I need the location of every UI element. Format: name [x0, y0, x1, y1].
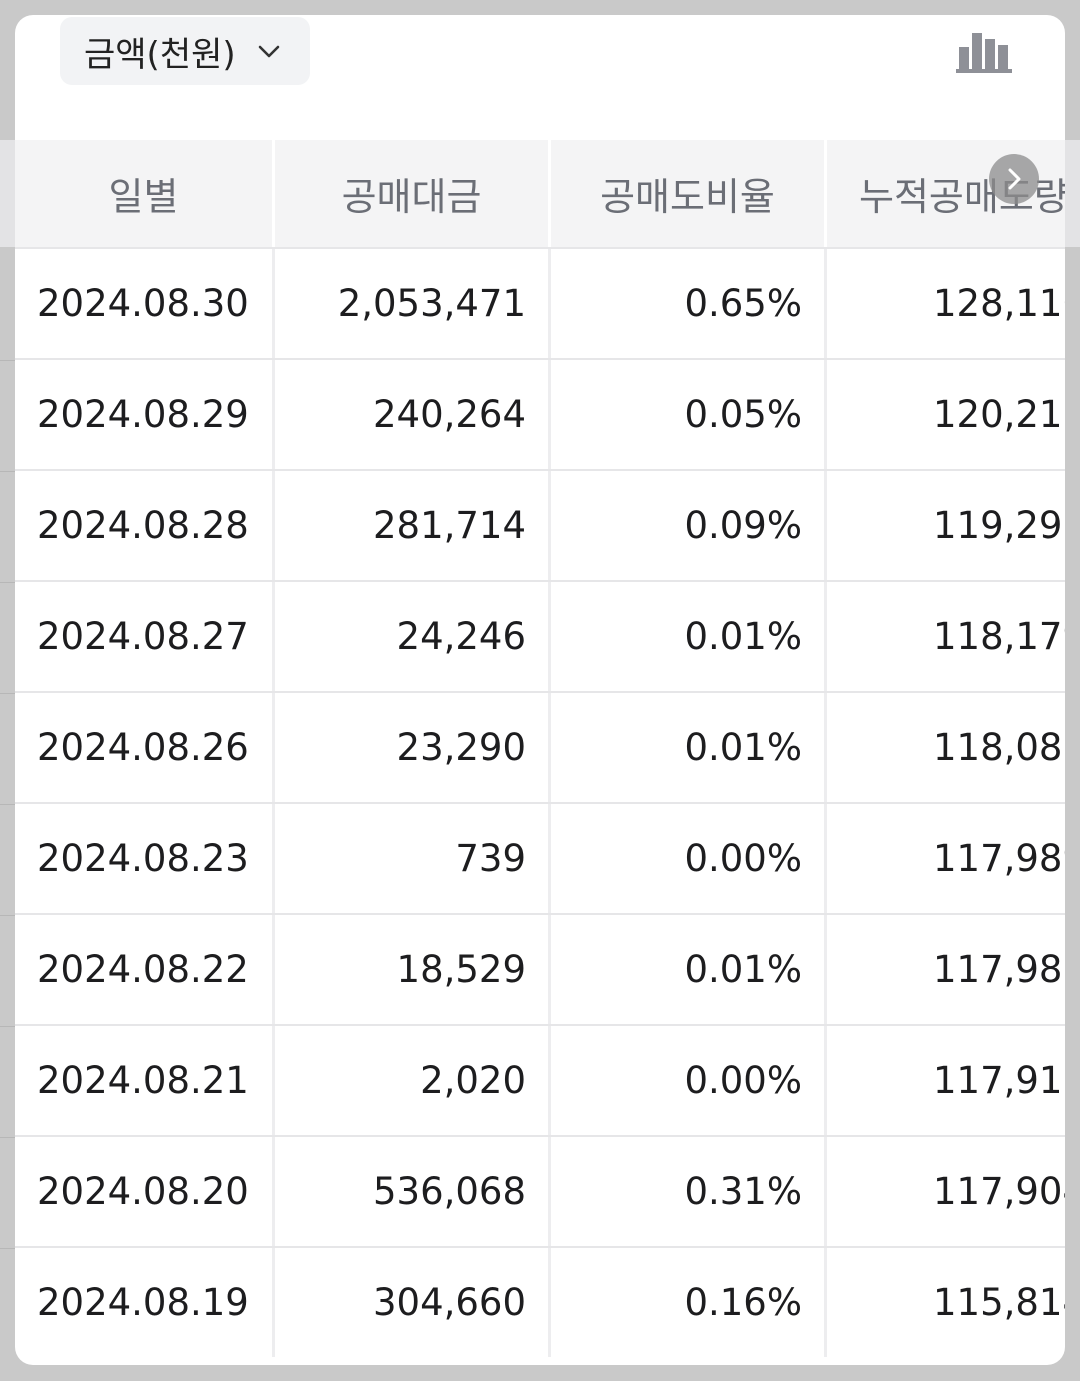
table-row: 2024.08.26 23,290 0.01% 118,081 [15, 691, 1065, 802]
ratio-cell: 0.01% [551, 693, 827, 802]
amount-cell: 2,020 [275, 1026, 551, 1135]
date-cell: 2024.08.22 [15, 915, 275, 1024]
bar-chart-icon[interactable] [953, 25, 1015, 75]
ratio-cell: 0.31% [551, 1137, 827, 1246]
unit-dropdown[interactable]: 금액(천원) [60, 17, 310, 85]
ratio-cell: 0.65% [551, 249, 827, 358]
divider [0, 582, 15, 583]
divider [0, 1248, 15, 1249]
table-row: 2024.08.28 281,714 0.09% 119,291 [15, 469, 1065, 580]
date-cell: 2024.08.20 [15, 1137, 275, 1246]
divider [0, 915, 15, 916]
table-row: 2024.08.27 24,246 0.01% 118,179 [15, 580, 1065, 691]
cumulative-cell: 117,989 [933, 837, 1065, 880]
column-header-ratio[interactable]: 공매도비율 [551, 140, 827, 247]
table-row: 2024.08.29 240,264 0.05% 120,218 [15, 358, 1065, 469]
table-row: 2024.08.23 739 0.00% 117,989 [15, 802, 1065, 913]
amount-cell: 281,714 [275, 471, 551, 580]
date-cell: 2024.08.30 [15, 249, 275, 358]
table-header: 일별 공매대금 공매도비율 누적공매도량 [15, 140, 1065, 247]
date-cell: 2024.08.23 [15, 804, 275, 913]
amount-cell: 739 [275, 804, 551, 913]
cumulative-cell: 120,218 [933, 393, 1065, 436]
short-selling-panel: 금액(천원) 일별 공매대금 공매도비율 누적공매도량 2024.08.30 2… [15, 15, 1065, 1365]
unit-dropdown-label: 금액(천원) [84, 34, 236, 75]
chevron-right-icon [1008, 168, 1021, 190]
divider [0, 1137, 15, 1138]
cumulative-cell: 128,110 [933, 282, 1065, 325]
cumulative-cell: 115,814 [933, 1281, 1065, 1324]
ratio-cell: 0.00% [551, 1026, 827, 1135]
cumulative-cell: 117,986 [933, 948, 1065, 991]
chevron-down-icon [258, 45, 279, 58]
cumulative-cell: 119,291 [933, 504, 1065, 547]
cumulative-cell: 117,912 [933, 1059, 1065, 1102]
amount-cell: 2,053,471 [275, 249, 551, 358]
date-cell: 2024.08.26 [15, 693, 275, 802]
cumulative-cell: 118,081 [933, 726, 1065, 769]
ratio-cell: 0.00% [551, 804, 827, 913]
ratio-cell: 0.05% [551, 360, 827, 469]
divider [0, 804, 15, 805]
table-row: 2024.08.22 18,529 0.01% 117,986 [15, 913, 1065, 1024]
table-row: 2024.08.30 2,053,471 0.65% 128,110 [15, 247, 1065, 358]
table-row: 2024.08.20 536,068 0.31% 117,904 [15, 1135, 1065, 1246]
date-cell: 2024.08.21 [15, 1026, 275, 1135]
amount-cell: 18,529 [275, 915, 551, 1024]
cumulative-cell: 117,904 [933, 1170, 1065, 1213]
table-row: 2024.08.19 304,660 0.16% 115,814 [15, 1246, 1065, 1357]
column-header-date[interactable]: 일별 [15, 140, 275, 247]
ratio-cell: 0.01% [551, 915, 827, 1024]
scroll-right-button[interactable] [989, 154, 1039, 204]
cumulative-cell: 118,179 [933, 615, 1065, 658]
ratio-cell: 0.01% [551, 582, 827, 691]
divider [0, 1026, 15, 1027]
amount-cell: 304,660 [275, 1248, 551, 1357]
date-cell: 2024.08.29 [15, 360, 275, 469]
ratio-cell: 0.16% [551, 1248, 827, 1357]
amount-cell: 536,068 [275, 1137, 551, 1246]
short-selling-table: 일별 공매대금 공매도비율 누적공매도량 2024.08.30 2,053,47… [15, 140, 1065, 1357]
divider [0, 693, 15, 694]
date-cell: 2024.08.19 [15, 1248, 275, 1357]
ratio-cell: 0.09% [551, 471, 827, 580]
amount-cell: 23,290 [275, 693, 551, 802]
date-cell: 2024.08.27 [15, 582, 275, 691]
divider [0, 471, 15, 472]
divider [0, 360, 15, 361]
date-cell: 2024.08.28 [15, 471, 275, 580]
table-row: 2024.08.21 2,020 0.00% 117,912 [15, 1024, 1065, 1135]
column-header-amount[interactable]: 공매대금 [275, 140, 551, 247]
amount-cell: 240,264 [275, 360, 551, 469]
amount-cell: 24,246 [275, 582, 551, 691]
